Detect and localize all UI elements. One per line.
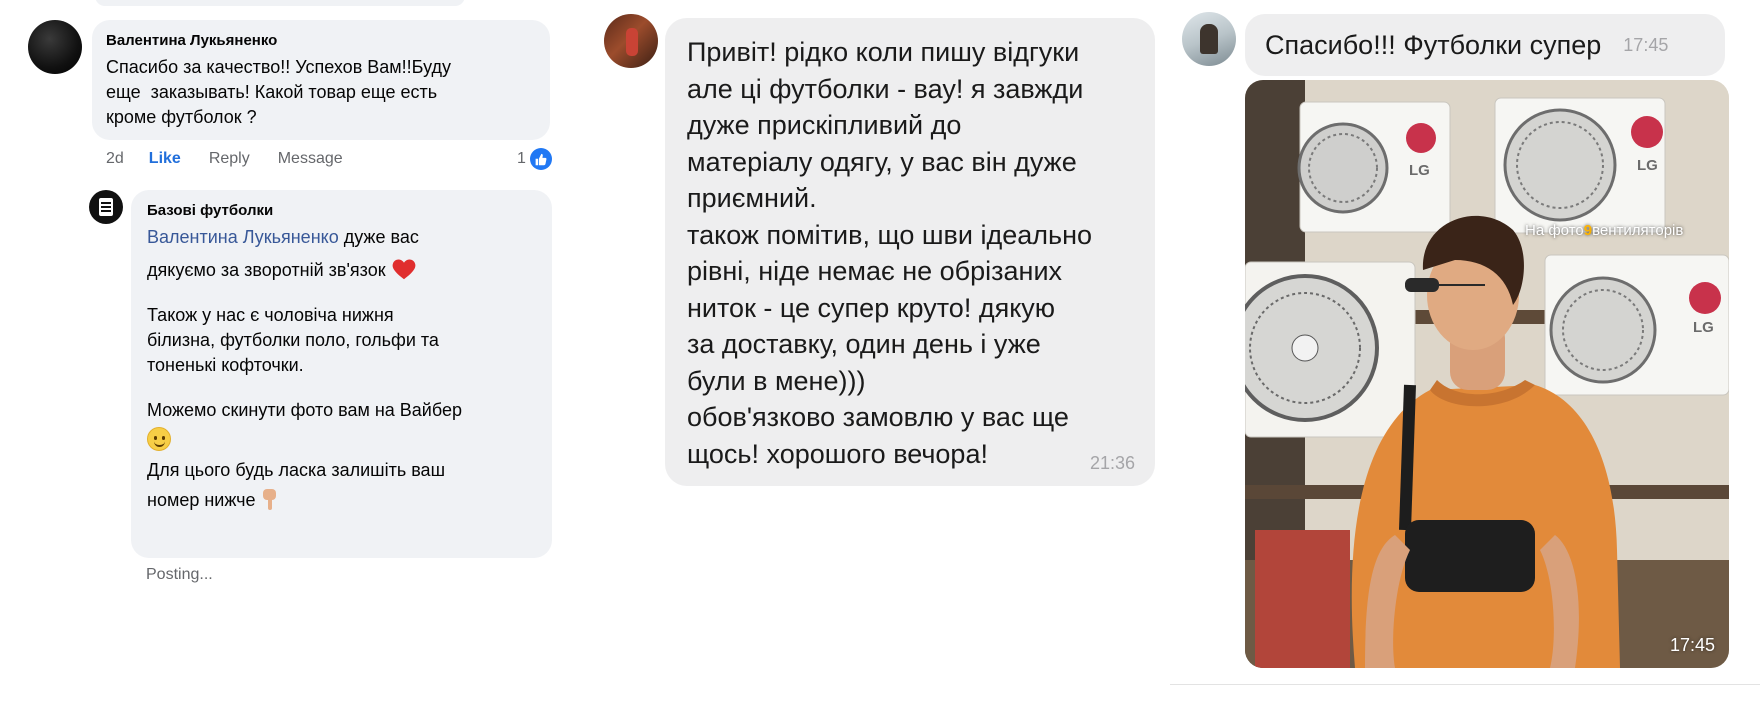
comment-actions: 2d Like Reply Message: [106, 150, 343, 168]
caption-prefix: На фото: [1525, 222, 1584, 239]
message-button[interactable]: Message: [278, 150, 343, 168]
comment-bubble: Валентина Лукьяненко Спасибо за качество…: [92, 20, 550, 140]
like-reaction-icon: [529, 148, 552, 170]
review-message-bubble: Привіт! рідко коли пишу відгуки але ці ф…: [665, 18, 1155, 486]
posting-status: Posting...: [146, 566, 213, 583]
reply-line: тоненькі кофточки.: [147, 355, 304, 375]
pointing-down-emoji-icon: [262, 489, 276, 510]
ac-unit: LG: [1297, 101, 1451, 233]
reply-line: дякуємо за зворотній зв'язок: [147, 258, 536, 283]
reply-bubble: Базові футболки Валентина Лукьяненко дуж…: [131, 190, 552, 558]
comment-line: кроме футболок ?: [106, 107, 257, 127]
previous-comment-edge: [95, 0, 465, 6]
reply-line: Валентина Лукьяненко дуже вас: [147, 225, 536, 250]
photo-caption: На фото9вентиляторів: [1525, 222, 1683, 239]
reply-paragraph: Також у нас є чоловіча нижня білизна, фу…: [147, 303, 536, 378]
comment-author[interactable]: Валентина Лукьяненко: [106, 31, 536, 51]
photo-time: 17:45: [1669, 635, 1715, 655]
message-time: 21:36: [1089, 453, 1135, 473]
caption-suffix: вентиляторів: [1592, 222, 1684, 239]
reaction-count[interactable]: 1: [517, 148, 552, 170]
reply-paragraph: Можемо скинути фото вам на Вайбер Для ць…: [147, 398, 536, 513]
review-chat-panel: Привіт! рідко коли пишу відгуки але ці ф…: [590, 0, 1170, 707]
reply-line: [147, 427, 536, 454]
reply-button[interactable]: Reply: [209, 150, 250, 168]
comment-text: Спасибо за качество!! Успехов Вам!!Буду …: [106, 55, 536, 130]
comment-line: еще заказывать! Какой товар еще есть: [106, 82, 438, 102]
divider: [1170, 684, 1760, 685]
reply-line: Можемо скинути фото вам на Вайбер: [147, 400, 462, 420]
mention-link[interactable]: Валентина Лукьяненко: [147, 227, 339, 247]
comment-line: Спасибо за качество!! Успехов Вам!!Буду: [106, 57, 451, 77]
svg-text:LG: LG: [1637, 157, 1658, 174]
caption-number: 9: [1583, 222, 1593, 239]
sender-avatar[interactable]: [604, 14, 658, 68]
comment-time[interactable]: 2d: [106, 150, 124, 168]
reaction-count-number: 1: [517, 150, 526, 167]
photo-chat-panel: Спасибо!!! Футболки супер 17:45 LG LG LG…: [1170, 0, 1760, 707]
thanks-message-text: Спасибо!!! Футболки супер: [1265, 29, 1602, 60]
facebook-comments-panel: Валентина Лукьяненко Спасибо за качество…: [0, 0, 580, 707]
reply-line: білизна, футболки поло, гольфи та: [147, 330, 439, 350]
sender-avatar[interactable]: [1182, 12, 1236, 66]
page-avatar[interactable]: [89, 190, 123, 224]
reply-line: Для цього будь ласка залишіть ваш: [147, 460, 446, 480]
commenter-avatar[interactable]: [28, 20, 82, 74]
heart-emoji-icon: [392, 259, 415, 280]
customer-photo[interactable]: LG LG LG На фото9вентиляторів 17:45: [1245, 80, 1729, 668]
photo-illustration: LG LG LG: [1245, 80, 1729, 668]
like-button[interactable]: Like: [149, 150, 181, 168]
message-time: 17:45: [1623, 34, 1669, 55]
thanks-message-bubble: Спасибо!!! Футболки супер 17:45: [1245, 14, 1725, 76]
reply-line: номер нижче: [147, 487, 536, 513]
svg-text:LG: LG: [1693, 319, 1714, 336]
reply-line: Також у нас є чоловіча нижня: [147, 305, 394, 325]
reply-text: Валентина Лукьяненко дуже вас дякуємо за…: [147, 225, 536, 513]
reply-fragment: номер нижче: [147, 490, 261, 510]
svg-text:LG: LG: [1409, 162, 1430, 179]
reply-author[interactable]: Базові футболки: [147, 201, 536, 221]
smile-emoji-icon: [147, 427, 171, 451]
reply-fragment: дуже вас: [338, 227, 419, 247]
review-message-text: Привіт! рідко коли пишу відгуки але ці ф…: [687, 37, 1093, 469]
reply-fragment: дякуємо за зворотній зв'язок: [147, 260, 391, 280]
